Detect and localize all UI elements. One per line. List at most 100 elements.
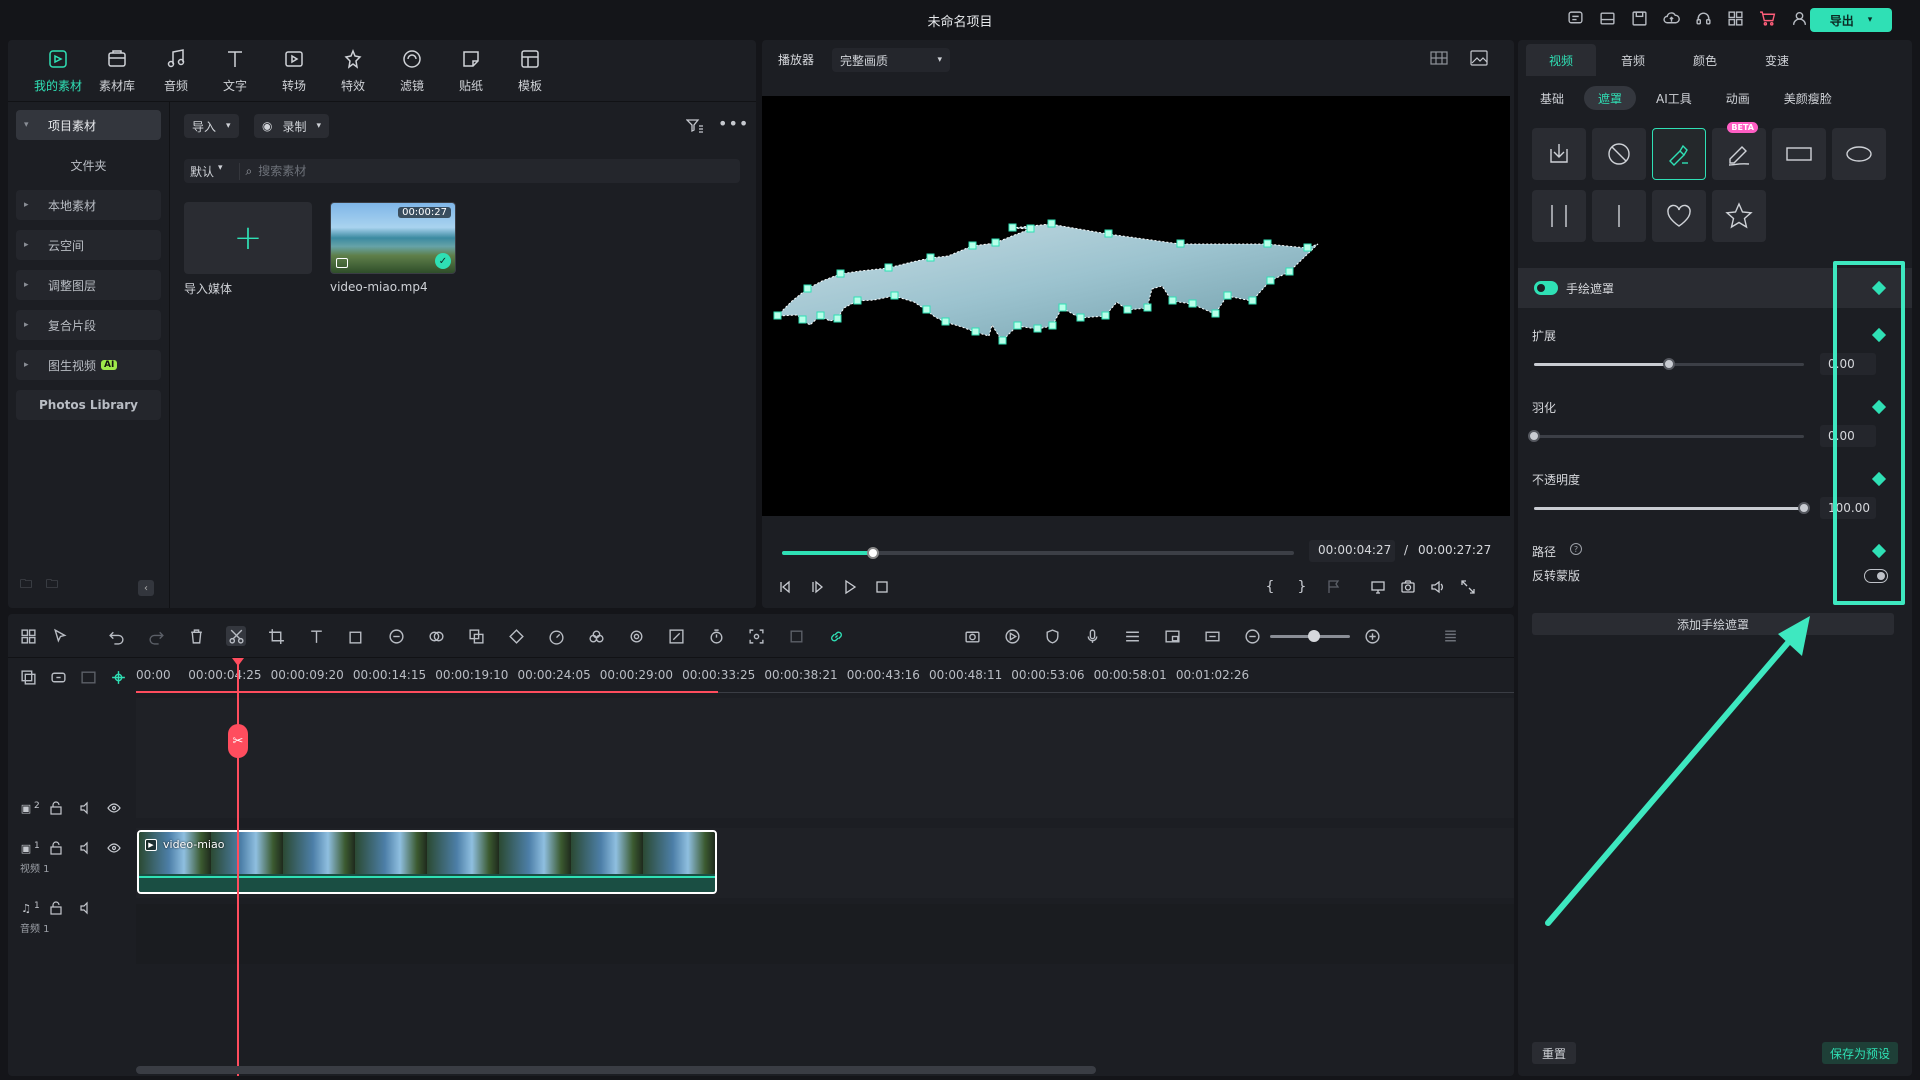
crop-icon[interactable]: [266, 626, 286, 646]
zoom-slider-handle[interactable]: [1308, 630, 1320, 642]
layout-icon[interactable]: [1598, 9, 1616, 27]
timeline-ruler[interactable]: 00:00 00:00:04:25 00:00:09:20 00:00:14:15 00…: [136, 658, 1514, 698]
lock-icon[interactable]: [48, 900, 64, 916]
sidebar-item-image-to-video[interactable]: ▸ 图生视频 AI: [16, 350, 161, 380]
folder-icon[interactable]: 🗀: [46, 575, 58, 596]
replace-clip-icon[interactable]: [466, 626, 486, 646]
feedback-icon[interactable]: [1566, 9, 1584, 27]
sidebar-item-local-media[interactable]: ▸ 本地素材: [16, 190, 161, 220]
edit-image-icon[interactable]: [666, 626, 686, 646]
link-icon[interactable]: [826, 626, 846, 646]
mask-enable-toggle[interactable]: [1534, 281, 1558, 295]
scrubber-handle[interactable]: [867, 547, 880, 559]
expand-slider[interactable]: [1534, 358, 1804, 370]
help-icon[interactable]: ?: [1570, 543, 1582, 555]
import-media-tile[interactable]: +: [184, 202, 312, 274]
double-line-mask-button[interactable]: [1532, 190, 1586, 242]
volume-icon[interactable]: [1428, 577, 1448, 597]
opacity-slider[interactable]: [1534, 502, 1810, 514]
fit-timeline-icon[interactable]: [1202, 626, 1222, 646]
star-mask-button[interactable]: [1712, 190, 1766, 242]
toolbar-item-stickers[interactable]: 贴纸: [443, 40, 499, 102]
shield-icon[interactable]: [1042, 626, 1062, 646]
record-voice-icon[interactable]: [962, 626, 982, 646]
subtab-mask[interactable]: 遮罩: [1584, 86, 1637, 110]
playhead[interactable]: [237, 658, 239, 1076]
play-reverse-icon[interactable]: [808, 577, 828, 597]
no-mask-button[interactable]: [1592, 128, 1646, 180]
lock-icon[interactable]: [48, 840, 64, 856]
subtab-basic[interactable]: 基础: [1526, 86, 1578, 110]
layout-grid-icon[interactable]: [18, 626, 38, 646]
sidebar-item-adjustment-layer[interactable]: ▸ 调整图层: [16, 270, 161, 300]
zoom-out-icon[interactable]: [1242, 626, 1262, 646]
reset-button[interactable]: 重置: [1532, 1042, 1577, 1064]
cart-icon[interactable]: [1758, 9, 1776, 27]
toolbar-item-stock-media[interactable]: 素材库: [89, 40, 145, 102]
record-dropdown[interactable]: ◉ 录制 ▾: [254, 114, 330, 138]
save-as-preset-button[interactable]: 保存为预设: [1821, 1042, 1898, 1064]
audio-mixer-icon[interactable]: [1122, 626, 1142, 646]
video-preview[interactable]: [762, 96, 1510, 516]
undo-icon[interactable]: [106, 626, 126, 646]
sidebar-item-cloud[interactable]: ▸ 云空间: [16, 230, 161, 260]
brush-mask-button[interactable]: BETA: [1712, 122, 1766, 180]
tab-speed[interactable]: 变速: [1742, 44, 1812, 76]
select-tool-icon[interactable]: [50, 626, 70, 646]
speaker-icon[interactable]: [78, 840, 94, 856]
save-icon[interactable]: [1630, 9, 1648, 27]
marker-icon[interactable]: [1324, 577, 1344, 597]
expand-slider-handle[interactable]: [1663, 358, 1675, 370]
speaker-icon[interactable]: [78, 800, 94, 816]
timeline-horizontal-scrollbar[interactable]: [136, 1066, 1096, 1074]
feather-slider-handle[interactable]: [1528, 430, 1540, 442]
render-icon[interactable]: [1002, 626, 1022, 646]
microphone-icon[interactable]: [1082, 626, 1102, 646]
export-button[interactable]: 导出 ▾: [1810, 8, 1892, 32]
new-folder-icon[interactable]: 🗀: [20, 575, 32, 596]
toolbar-item-transition[interactable]: 转场: [266, 40, 322, 102]
camera-snapshot-icon[interactable]: [1398, 577, 1418, 597]
track-manage-icon[interactable]: [78, 667, 98, 687]
lock-icon[interactable]: [48, 800, 64, 816]
zoom-in-icon[interactable]: [1362, 626, 1382, 646]
tab-color[interactable]: 颜色: [1670, 44, 1740, 76]
pip-icon[interactable]: [1162, 626, 1182, 646]
link-clips-icon[interactable]: [48, 667, 68, 687]
tab-video[interactable]: 视频: [1526, 44, 1596, 76]
sidebar-item-compound-clip[interactable]: ▸ 复合片段: [16, 310, 161, 340]
add-hand-drawn-mask-button[interactable]: 添加手绘遮罩: [1532, 613, 1894, 635]
stop-icon[interactable]: [872, 577, 892, 597]
opacity-slider-handle[interactable]: [1798, 502, 1810, 514]
speed-icon[interactable]: [546, 626, 566, 646]
feather-slider[interactable]: [1528, 430, 1804, 442]
shape-tool-icon[interactable]: [346, 626, 366, 646]
add-track-icon[interactable]: [18, 667, 38, 687]
video-thumbnail[interactable]: 00:00:27 ✓: [330, 202, 456, 274]
subtab-animation[interactable]: 动画: [1712, 86, 1764, 110]
ellipse-mask-button[interactable]: [1832, 128, 1886, 180]
eye-icon[interactable]: [106, 800, 122, 816]
playback-scrubber[interactable]: [782, 547, 1294, 559]
color-icon[interactable]: [586, 626, 606, 646]
quality-dropdown[interactable]: 完整画质 ▾: [832, 48, 950, 72]
eye-icon[interactable]: [106, 840, 122, 856]
toolbar-item-effects[interactable]: 特效: [325, 40, 381, 102]
more-options-icon[interactable]: •••: [718, 114, 749, 133]
heart-mask-button[interactable]: [1652, 190, 1706, 242]
toolbar-item-templates[interactable]: 模板: [502, 40, 558, 102]
auto-reframe-icon[interactable]: [746, 626, 766, 646]
fullscreen-icon[interactable]: [1458, 577, 1478, 597]
text-tool-icon[interactable]: [306, 626, 326, 646]
subtab-beauty[interactable]: 美颜瘦脸: [1770, 86, 1846, 110]
sort-dropdown[interactable]: 默认 ▾: [190, 162, 240, 180]
view-options-icon[interactable]: [1440, 626, 1460, 646]
mark-out-icon[interactable]: }: [1292, 577, 1312, 597]
ai-smart-cutout-icon[interactable]: [626, 626, 646, 646]
cloud-upload-icon[interactable]: [1662, 9, 1680, 27]
redo-icon[interactable]: [146, 626, 166, 646]
headset-icon[interactable]: [1694, 9, 1712, 27]
timer-icon[interactable]: [706, 626, 726, 646]
collapse-sidebar-button[interactable]: ‹: [138, 580, 154, 596]
keyframe-tool-icon[interactable]: [506, 626, 526, 646]
